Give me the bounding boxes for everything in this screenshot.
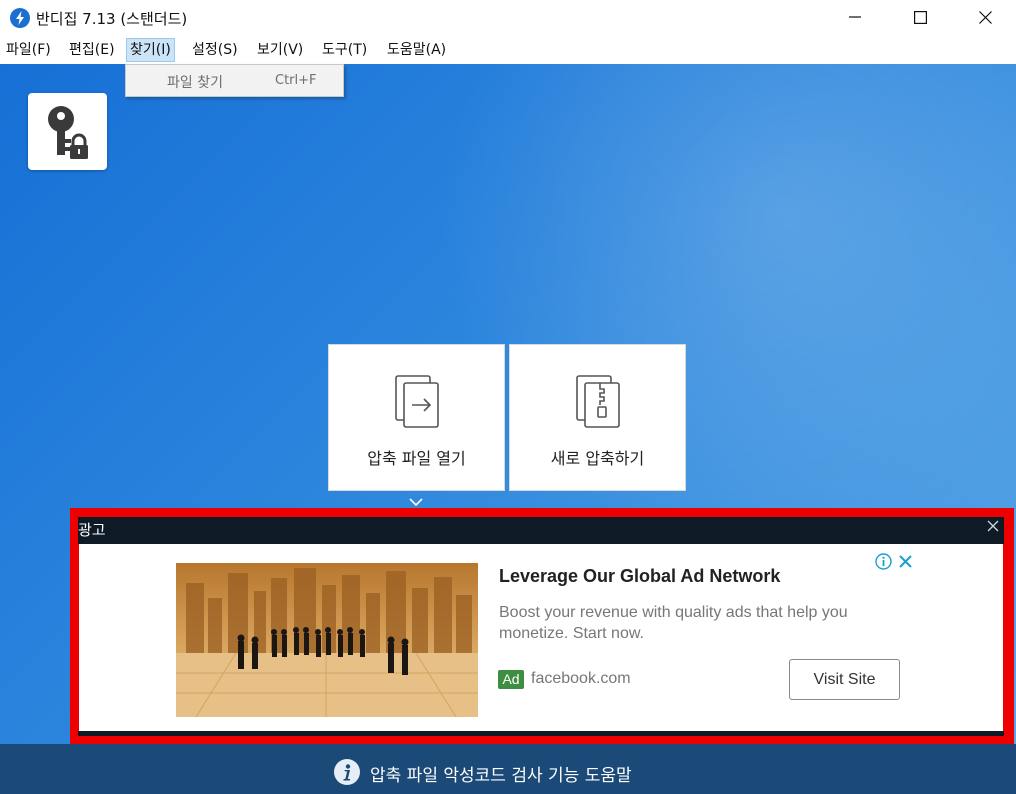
ad-dismiss-icon[interactable] bbox=[897, 553, 914, 570]
ad-description: Boost your revenue with quality ads that… bbox=[499, 604, 848, 642]
new-archive-label: 새로 압축하기 bbox=[550, 449, 645, 468]
find-menu-dropdown: 파일 찾기 Ctrl+F bbox=[125, 64, 344, 97]
minimize-button[interactable] bbox=[832, 0, 878, 34]
window-title: 반디집 7.13 (스탠더드) bbox=[36, 10, 188, 28]
ad-badge: Ad bbox=[498, 670, 524, 689]
menu-tools[interactable]: 도구(T) bbox=[319, 38, 370, 62]
ad-close-icon[interactable] bbox=[986, 519, 1000, 533]
ad-title[interactable]: Leverage Our Global Ad Network bbox=[499, 566, 780, 587]
menu-help[interactable]: 도움말(A) bbox=[384, 38, 449, 62]
ad-header-label: 광고 bbox=[78, 521, 106, 539]
info-icon[interactable] bbox=[334, 759, 360, 785]
chevron-down-icon[interactable] bbox=[409, 498, 423, 507]
new-archive-icon bbox=[576, 375, 620, 428]
ad-image[interactable] bbox=[176, 563, 478, 717]
bandizip-logo-icon bbox=[10, 8, 30, 28]
bandizip-window: 반디집 7.13 (스탠더드) 파일(F) 편집(E) 찾기(I) 설정(S) … bbox=[0, 0, 1016, 794]
ad-domain: facebook.com bbox=[531, 670, 631, 687]
menu-find[interactable]: 찾기(I) bbox=[126, 38, 175, 62]
visit-site-button[interactable]: Visit Site bbox=[789, 659, 900, 700]
ad-bottom-bar bbox=[78, 731, 1004, 736]
ad-info-icon[interactable] bbox=[875, 553, 892, 570]
menu-bar: 파일(F) 편집(E) 찾기(I) 설정(S) 보기(V) 도구(T) 도움말(… bbox=[0, 36, 1016, 64]
menu-edit[interactable]: 편집(E) bbox=[66, 38, 118, 62]
open-archive-tile[interactable]: 압축 파일 열기 bbox=[328, 344, 505, 491]
menu-item-find-file[interactable]: 파일 찾기 bbox=[167, 72, 223, 92]
menu-file[interactable]: 파일(F) bbox=[3, 38, 54, 62]
open-archive-label: 압축 파일 열기 bbox=[367, 449, 466, 468]
menu-view[interactable]: 보기(V) bbox=[254, 38, 306, 62]
status-help-link[interactable]: 압축 파일 악성코드 검사 기능 도움말 bbox=[370, 761, 632, 786]
menu-item-shortcut: Ctrl+F bbox=[275, 73, 317, 88]
ad-header bbox=[78, 517, 1004, 544]
close-button[interactable] bbox=[962, 0, 1008, 34]
open-archive-icon bbox=[395, 375, 439, 428]
key-lock-icon bbox=[47, 105, 88, 159]
password-manager-button[interactable] bbox=[28, 93, 107, 170]
title-bar: 반디집 7.13 (스탠더드) bbox=[0, 0, 1016, 36]
menu-settings[interactable]: 설정(S) bbox=[189, 38, 241, 62]
new-archive-tile[interactable]: 새로 압축하기 bbox=[509, 344, 686, 491]
maximize-button[interactable] bbox=[897, 0, 943, 34]
